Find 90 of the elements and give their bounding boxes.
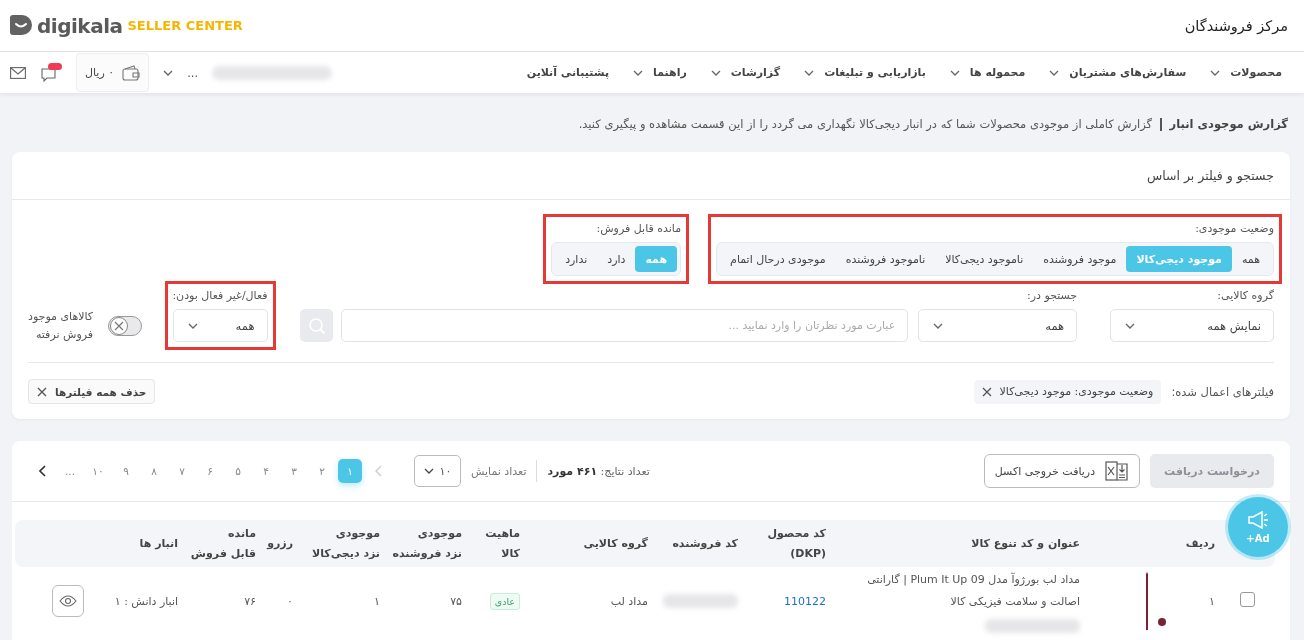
column-header: موجودی نزد دیجی‌کالا xyxy=(301,520,388,567)
wallet-icon xyxy=(122,64,141,81)
caret-icon xyxy=(187,322,198,329)
nav-menu-item[interactable]: گزارشات xyxy=(710,66,781,79)
page-size-label: تعداد نمایش xyxy=(471,464,527,478)
search-field[interactable]: عبارت مورد نظرتان را وارد نمایید ... xyxy=(341,309,909,342)
nature-tag: عادی xyxy=(489,592,520,610)
segment-option[interactable]: ناموجود دیجی‌کالا xyxy=(935,246,1034,272)
segment-option[interactable]: موجودی درحال اتمام xyxy=(720,246,836,272)
logo-icon xyxy=(10,14,32,37)
table-cell-text: ۷۵ xyxy=(449,593,463,610)
column-header: کد محصول (DKP) xyxy=(746,520,834,567)
column-header: ماهیت کالا xyxy=(470,520,528,567)
page-title: مرکز فروشندگان xyxy=(1184,17,1288,34)
column-header: گروه کالایی xyxy=(528,520,656,567)
table-cell-text: ۱ xyxy=(1208,593,1216,610)
nav-menu-item[interactable]: سفارش‌های مشتریان xyxy=(1049,66,1187,79)
field-label: فعال/غیر فعال بودن: xyxy=(172,289,268,303)
row-checkbox[interactable] xyxy=(1240,592,1255,607)
select-field[interactable]: همه xyxy=(918,309,1078,342)
field-label: گروه کالایی: xyxy=(1216,289,1274,303)
table-cell-text: ۰ xyxy=(286,593,294,610)
page-button[interactable]: ۴ xyxy=(252,459,280,483)
megaphone-icon xyxy=(1247,510,1269,529)
page-button[interactable]: ۹ xyxy=(112,459,140,483)
x-icon xyxy=(114,321,125,331)
caret-icon xyxy=(163,69,174,76)
logo-tagline: SELLER CENTER xyxy=(127,18,243,33)
results-count: تعداد نتایج: ۴۶۱ مورد xyxy=(547,464,650,478)
column-header: رزرو xyxy=(264,520,301,567)
card-title: جستجو و فیلتر بر اساس xyxy=(1146,168,1274,183)
column-header: عنوان و کد تنوع کالا xyxy=(834,520,1088,567)
caret-icon xyxy=(423,468,434,474)
page-ellipsis: ... xyxy=(64,464,76,479)
nav-menu-item[interactable]: محصولات xyxy=(1210,66,1282,79)
section-title: گزارش موجودی انبار xyxy=(1169,117,1288,131)
page-button[interactable]: ۳ xyxy=(280,459,308,483)
column-header: مانده قابل فروش xyxy=(186,520,264,567)
excel-export-button[interactable]: دریافت خروجی اکسل xyxy=(983,454,1141,488)
table-cell-text: ۷۶ xyxy=(243,593,257,610)
page-button[interactable]: ۷ xyxy=(168,459,196,483)
page-size-select[interactable]: ۱۰ xyxy=(414,455,461,487)
wallet-button[interactable]: ۰ ریال xyxy=(76,53,150,92)
field-label: جستجو در: xyxy=(1026,289,1078,303)
chat-icon[interactable] xyxy=(40,62,62,83)
column-header: ردیف xyxy=(1178,520,1223,567)
toggle-switch[interactable] xyxy=(108,316,143,336)
nav-menu-item[interactable]: بازاریابی و تبلیغات xyxy=(804,66,926,79)
segment-option[interactable]: ناموجود فروشنده xyxy=(835,246,936,272)
nav-menu-item[interactable]: راهنما xyxy=(633,66,687,79)
nav-menu-item[interactable]: پشتیبانی آنلاین xyxy=(526,66,610,79)
excel-icon xyxy=(1105,460,1130,482)
page-button[interactable]: ۵ xyxy=(224,459,252,483)
column-header: موجودی نزد فروشنده xyxy=(388,520,470,567)
chevron-left-icon xyxy=(38,465,46,477)
product-code-link[interactable]: 110122 xyxy=(784,594,826,608)
applied-filters-label: فیلترهای اعمال شده: xyxy=(1171,384,1274,399)
product-title: مداد لب بورژوآ مدل Plum It Up 09 | گارانتی اصالت و سلامت فیزیکی کالا xyxy=(866,571,1080,610)
view-button[interactable] xyxy=(52,585,84,617)
field-label: مانده قابل فروش: xyxy=(595,222,682,236)
table-cell-text: مداد لب xyxy=(609,593,649,610)
field-label: وضعیت موجودی: xyxy=(1194,222,1274,236)
segment-option[interactable]: همه xyxy=(1231,246,1270,272)
select-field[interactable]: نمایش همه xyxy=(1110,309,1274,342)
page-button[interactable]: ۱۰ xyxy=(84,459,112,483)
section-description: گزارش کاملی از موجودی محصولات شما که در انبار دیجی‌کالا نگهداری می گردد را از این قسمت مشاهده و پیگیری کنید. xyxy=(578,117,1153,131)
clear-filters-button[interactable]: حذف همه فیلترها xyxy=(28,379,156,404)
segment-option[interactable]: ندارد xyxy=(555,246,598,272)
close-icon[interactable] xyxy=(37,386,47,397)
eye-icon xyxy=(59,595,77,607)
column-header: انبار ها xyxy=(108,520,186,567)
filter-chip[interactable]: وضعیت موجودی: موجود دیجی‌کالا xyxy=(973,379,1162,404)
chevron-left-icon xyxy=(374,465,382,477)
nav-menu-item[interactable]: محموله ها xyxy=(949,66,1026,79)
select-field[interactable]: همه xyxy=(172,309,268,342)
page-button[interactable]: ۸ xyxy=(140,459,168,483)
mail-icon[interactable] xyxy=(10,66,26,79)
page-button[interactable]: ۶ xyxy=(196,459,224,483)
toggle-label: کالاهای موجود فروش نرفته xyxy=(28,309,94,343)
caret-icon xyxy=(933,322,944,329)
close-icon[interactable] xyxy=(981,386,992,397)
account-more: ... xyxy=(187,65,199,80)
column-header: کد فروشنده xyxy=(656,520,746,567)
segment-option[interactable]: موجود فروشنده xyxy=(1033,246,1127,272)
table-cell-text: انبار دانش : ۱ xyxy=(113,593,179,610)
caret-icon xyxy=(1125,322,1135,329)
table-cell-text: ۱ xyxy=(373,593,381,610)
segment-option[interactable]: دارد xyxy=(597,246,636,272)
page-button[interactable]: ۲ xyxy=(308,459,336,483)
logo-wordmark: digikala xyxy=(37,13,123,38)
